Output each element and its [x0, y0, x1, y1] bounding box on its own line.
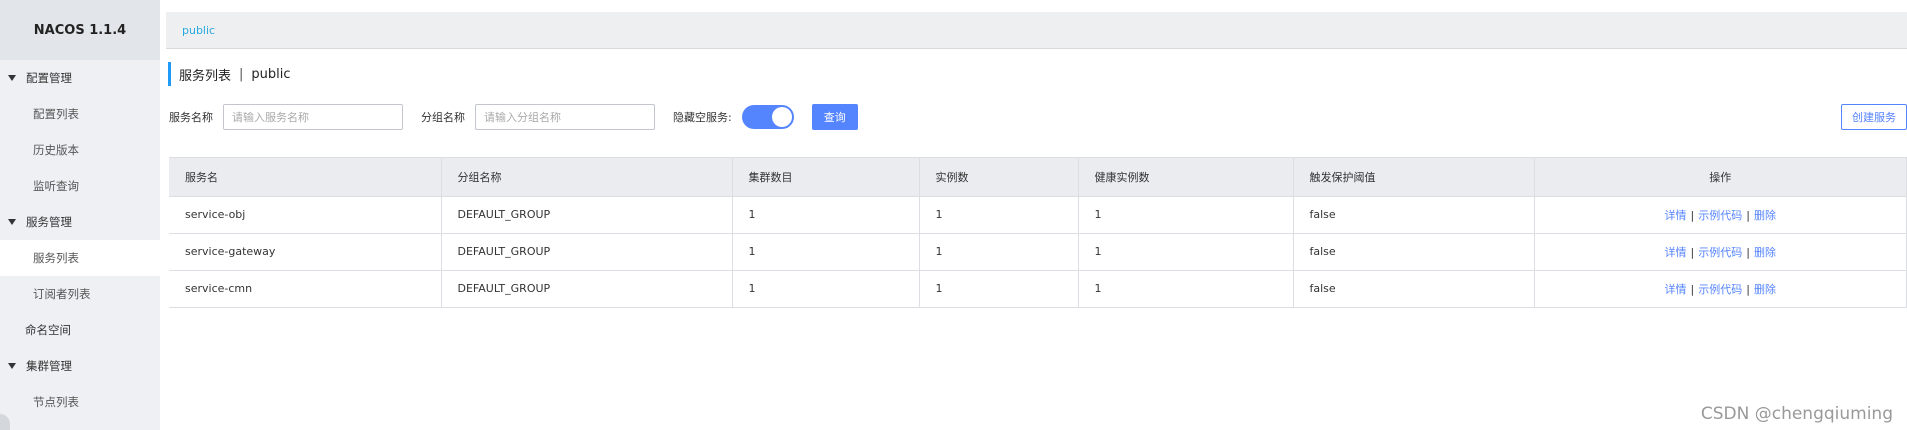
group-name-input[interactable]: [475, 104, 655, 130]
menu-item-node-list[interactable]: 节点列表: [0, 384, 160, 420]
column-header: 集群数目: [732, 158, 920, 197]
menu-item-subscriber-list[interactable]: 订阅者列表: [0, 276, 160, 312]
column-header: 分组名称: [441, 158, 733, 197]
delete-link[interactable]: 删除: [1754, 209, 1776, 222]
hide-empty-label: 隐藏空服务:: [673, 111, 732, 124]
menu-item-history[interactable]: 历史版本: [0, 132, 160, 168]
column-header: 健康实例数: [1078, 158, 1294, 197]
detail-link[interactable]: 详情: [1665, 246, 1687, 259]
cell-service-name: service-obj: [169, 196, 442, 234]
table-row: service-cmn DEFAULT_GROUP 1 1 1 false 详情…: [169, 270, 1907, 308]
caret-down-icon: [8, 219, 16, 225]
sample-code-link[interactable]: 示例代码: [1698, 283, 1742, 296]
cell-threshold: false: [1293, 270, 1535, 308]
group-name-label: 分组名称: [421, 111, 465, 124]
column-header: 服务名: [169, 158, 442, 197]
delete-link[interactable]: 删除: [1754, 246, 1776, 259]
service-name-input[interactable]: [223, 104, 403, 130]
cell-actions: 详情 | 示例代码 | 删除: [1534, 270, 1907, 308]
menu-group-label: 集群管理: [26, 359, 72, 373]
menu-group-label: 配置管理: [26, 71, 72, 85]
cell-group-name: DEFAULT_GROUP: [441, 270, 733, 308]
title-separator: |: [239, 66, 244, 82]
namespace-bar: public: [166, 12, 1907, 49]
cell-healthy-count: 1: [1078, 270, 1294, 308]
menu-item-listener-query[interactable]: 监听查询: [0, 168, 160, 204]
cell-cluster-count: 1: [732, 196, 920, 234]
sample-code-link[interactable]: 示例代码: [1698, 246, 1742, 259]
column-header: 操作: [1534, 158, 1907, 197]
action-separator: |: [1690, 208, 1695, 222]
caret-down-icon: [8, 75, 16, 81]
hide-empty-toggle[interactable]: [741, 105, 794, 129]
table-row: service-obj DEFAULT_GROUP 1 1 1 false 详情…: [169, 196, 1907, 234]
cell-instance-count: 1: [919, 270, 1079, 308]
toggle-knob: [771, 107, 792, 127]
cell-cluster-count: 1: [732, 233, 920, 271]
filter-bar: 服务名称 分组名称 隐藏空服务: 查询 创建服务: [169, 104, 1907, 130]
column-header: 触发保护阈值: [1293, 158, 1535, 197]
cell-actions: 详情 | 示例代码 | 删除: [1534, 233, 1907, 271]
brand-logo: NACOS 1.1.4: [0, 0, 160, 60]
action-separator: |: [1746, 208, 1750, 222]
cell-service-name: service-cmn: [169, 270, 442, 308]
cell-actions: 详情 | 示例代码 | 删除: [1534, 196, 1907, 234]
detail-link[interactable]: 详情: [1665, 209, 1687, 222]
action-separator: |: [1690, 245, 1695, 259]
menu-group-service[interactable]: 服务管理: [0, 204, 160, 240]
page-title: 服务列表 | public: [168, 62, 291, 86]
sidebar: NACOS 1.1.4 配置管理 配置列表 历史版本 监听查询 服务管理 服务列…: [0, 0, 160, 430]
delete-link[interactable]: 删除: [1754, 283, 1776, 296]
cell-healthy-count: 1: [1078, 233, 1294, 271]
namespace-link[interactable]: public: [182, 24, 215, 37]
column-header: 实例数: [919, 158, 1079, 197]
page-title-text: 服务列表: [179, 68, 232, 84]
sample-code-link[interactable]: 示例代码: [1698, 209, 1742, 222]
service-table: 服务名 分组名称 集群数目 实例数 健康实例数 触发保护阈值 操作 servic…: [169, 157, 1907, 308]
action-separator: |: [1690, 282, 1695, 296]
cell-healthy-count: 1: [1078, 196, 1294, 234]
cell-instance-count: 1: [919, 196, 1079, 234]
action-separator: |: [1746, 282, 1750, 296]
menu-item-config-list[interactable]: 配置列表: [0, 96, 160, 132]
watermark: CSDN @chengqiuming: [1700, 404, 1893, 424]
menu-group-config[interactable]: 配置管理: [0, 60, 160, 96]
query-button[interactable]: 查询: [811, 104, 858, 130]
page-title-namespace: public: [251, 66, 291, 82]
action-separator: |: [1746, 245, 1750, 259]
table-header-row: 服务名 分组名称 集群数目 实例数 健康实例数 触发保护阈值 操作: [169, 158, 1907, 197]
caret-down-icon: [8, 363, 16, 369]
menu-item-service-list[interactable]: 服务列表: [0, 240, 160, 276]
detail-link[interactable]: 详情: [1665, 283, 1687, 296]
cell-instance-count: 1: [919, 233, 1079, 271]
cell-group-name: DEFAULT_GROUP: [441, 196, 733, 234]
menu-group-cluster[interactable]: 集群管理: [0, 348, 160, 384]
main-content: public 服务列表 | public 服务名称 分组名称 隐藏空服务: 查询…: [160, 0, 1907, 430]
cell-threshold: false: [1293, 233, 1535, 271]
table-row: service-gateway DEFAULT_GROUP 1 1 1 fals…: [169, 233, 1907, 271]
create-service-button[interactable]: 创建服务: [1841, 104, 1907, 130]
cell-threshold: false: [1293, 196, 1535, 234]
cell-cluster-count: 1: [732, 270, 920, 308]
menu-group-label: 服务管理: [26, 215, 72, 229]
cell-group-name: DEFAULT_GROUP: [441, 233, 733, 271]
cell-service-name: service-gateway: [169, 233, 442, 271]
service-name-label: 服务名称: [169, 111, 213, 124]
menu-item-namespace[interactable]: 命名空间: [0, 312, 160, 348]
